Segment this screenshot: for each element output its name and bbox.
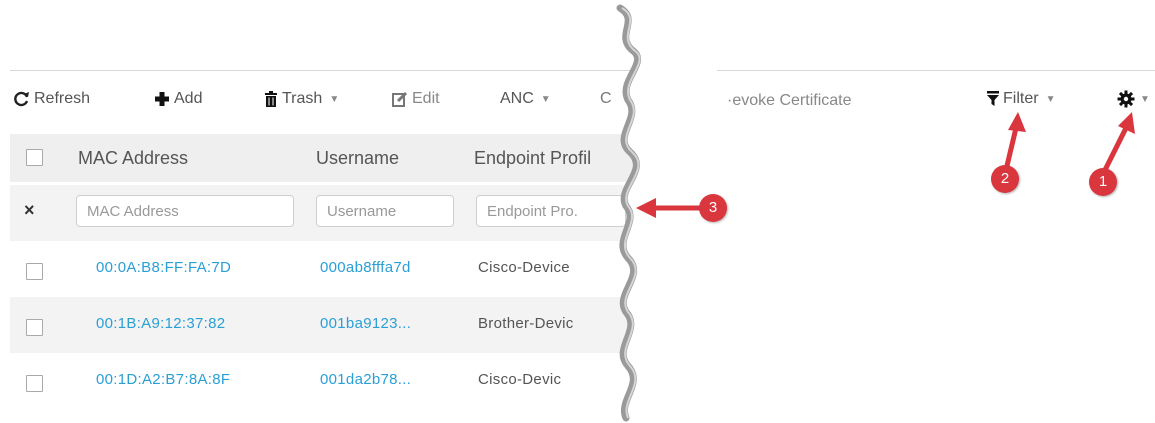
callout-badge-2: 2	[991, 165, 1019, 193]
callout-badge-3: 3	[699, 194, 727, 222]
callout-badge-1: 1	[1089, 168, 1117, 196]
callout-2-arrow	[1003, 112, 1026, 171]
callout-layer	[636, 112, 1135, 218]
callout-3-arrow	[636, 198, 705, 218]
callout-1-arrow	[1101, 112, 1135, 174]
